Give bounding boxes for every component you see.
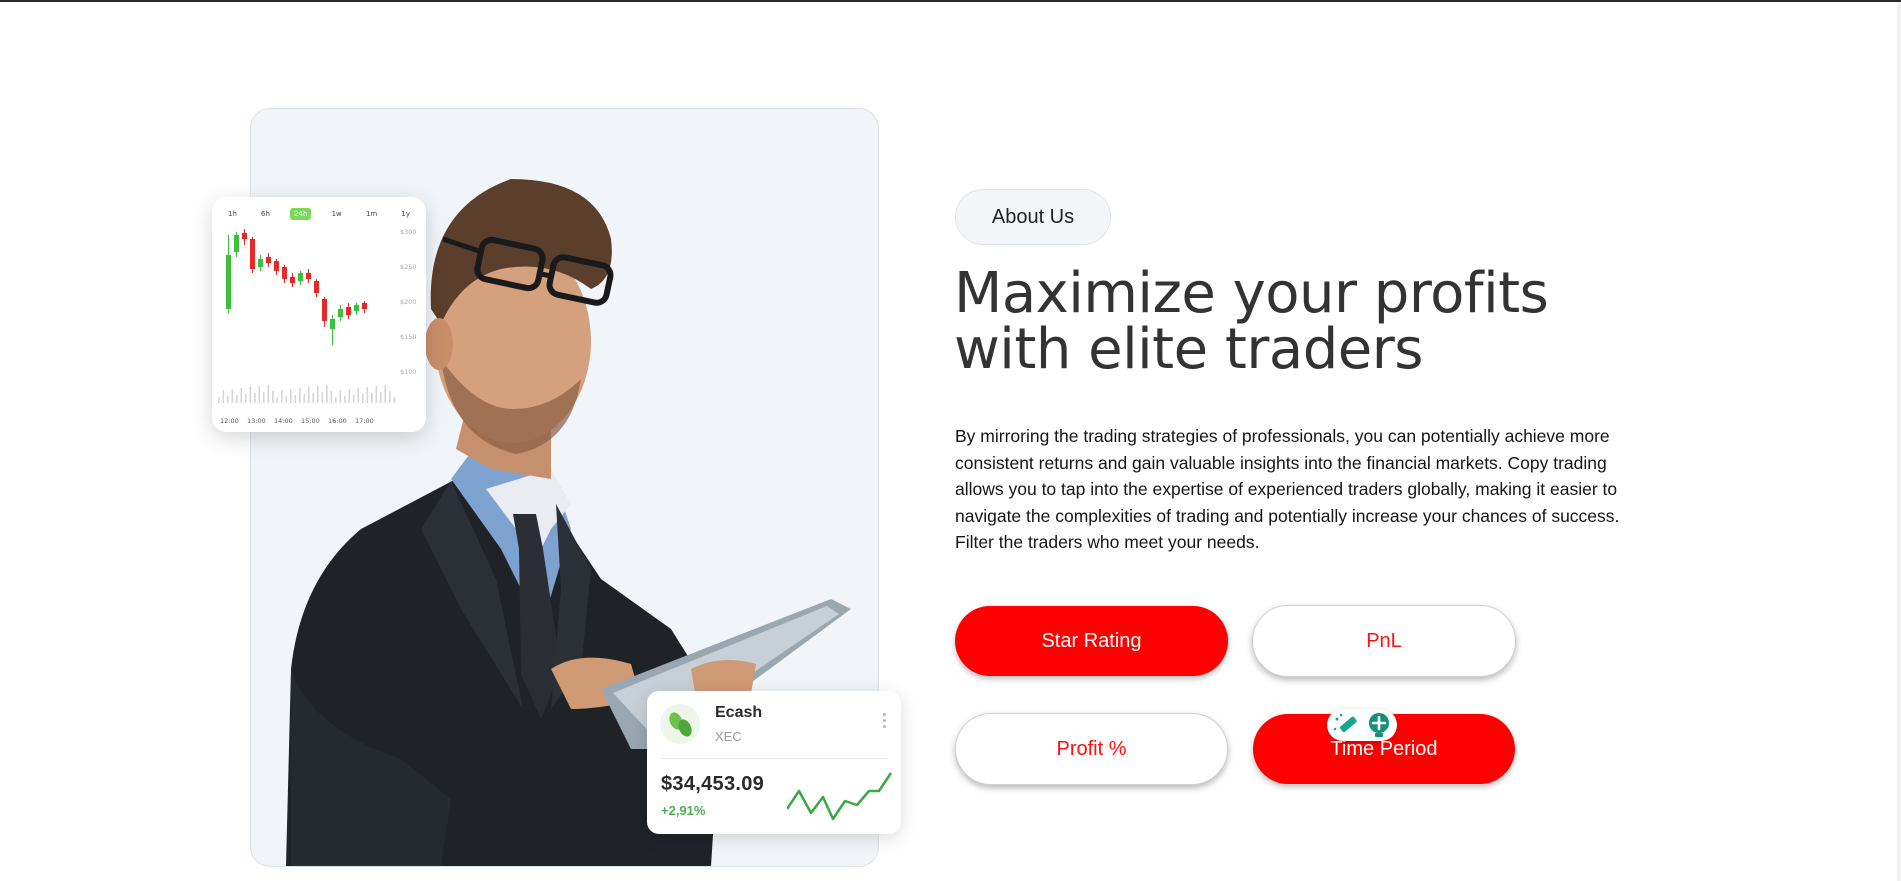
price-tick: $200 <box>400 298 417 306</box>
time-tick: 13:00 <box>247 417 266 425</box>
candle-body <box>330 319 335 329</box>
pnl-button[interactable]: PnL <box>1252 605 1516 677</box>
candle-body <box>266 257 271 263</box>
volume-bar <box>258 386 261 403</box>
time-tick: 16:00 <box>328 417 347 425</box>
time-tick: 17:00 <box>355 417 374 425</box>
volume-bar <box>285 396 288 403</box>
volume-bar <box>312 393 315 403</box>
volume-bar <box>357 388 360 403</box>
candle-body <box>282 267 287 279</box>
volume-bar <box>254 393 256 403</box>
price-chart-widget: 1h 6h 24h 1w 1m 1y $300 $250 $200 $150 $… <box>212 197 426 432</box>
about-us-badge: About Us <box>955 189 1111 245</box>
price-tick: $100 <box>400 368 417 376</box>
volume-bar <box>240 388 243 403</box>
candle-body <box>250 239 255 269</box>
volume-bar <box>393 397 396 403</box>
lightbulb-icon[interactable] <box>1369 713 1389 737</box>
candle-body <box>234 235 239 252</box>
volume-bar <box>281 390 283 403</box>
volume-bar <box>272 391 274 403</box>
volume-bar <box>330 391 333 403</box>
coin-name: Ecash <box>715 704 763 721</box>
price-tick: $300 <box>400 228 417 236</box>
volume-bar <box>222 390 225 403</box>
sparkline-chart <box>787 772 892 821</box>
volume-bar <box>308 387 310 403</box>
volume-bar <box>218 397 220 403</box>
candle-body <box>346 307 351 315</box>
time-tick: 15:00 <box>301 417 320 425</box>
volume-bar <box>267 385 270 403</box>
ecash-logo-icon <box>660 704 700 744</box>
candle-body <box>306 273 311 279</box>
candlestick-chart: $300 $250 $200 $150 $100 12:00 13:00 14:… <box>218 228 417 425</box>
volume-bar <box>303 394 306 403</box>
candle-body <box>226 255 231 309</box>
volume-bar <box>231 389 234 403</box>
volume-bar <box>389 391 391 403</box>
volume-bar <box>344 396 346 403</box>
candle-body <box>298 273 303 281</box>
volume-bar <box>339 390 342 403</box>
volume-bar <box>335 397 337 403</box>
volume-bar <box>317 386 319 403</box>
volume-bar <box>362 394 364 403</box>
volume-bar <box>371 393 373 403</box>
volume-bar <box>326 385 328 403</box>
volume-bar <box>245 394 247 403</box>
scrollbar-track[interactable] <box>1897 2 1901 881</box>
candle-body <box>338 309 343 317</box>
volume-bar <box>348 389 351 403</box>
price-tick: $250 <box>400 263 417 271</box>
magic-wand-icon[interactable] <box>1333 713 1358 733</box>
coin-price: $34,453.09 <box>661 773 765 795</box>
coin-price-card: Ecash XEC $34,453.09 +2,91% <box>647 691 901 834</box>
more-options-icon[interactable] <box>883 713 887 731</box>
volume-bar <box>236 395 238 403</box>
volume-bar <box>366 387 369 403</box>
volume-bar <box>353 395 355 403</box>
volume-bar <box>299 388 301 403</box>
candle-body <box>242 233 247 239</box>
candle-body <box>322 299 327 321</box>
volume-bar <box>380 392 382 403</box>
headline-line-2: with elite traders <box>954 317 1423 382</box>
about-paragraph: By mirroring the trading strategies of p… <box>955 426 1620 552</box>
candle-body <box>258 259 263 267</box>
price-tick: $150 <box>400 333 417 341</box>
coin-change: +2,91% <box>661 803 706 818</box>
time-tick: 12:00 <box>220 417 239 425</box>
star-rating-button[interactable]: Star Rating <box>955 606 1228 676</box>
divider <box>661 758 887 759</box>
page-headline: Maximize your profits with elite traders <box>954 266 1654 378</box>
volume-bar <box>375 386 378 403</box>
volume-bar <box>263 392 265 403</box>
candle-body <box>274 261 279 271</box>
volume-bar <box>249 387 252 403</box>
profit-percent-button[interactable]: Profit % <box>955 713 1228 785</box>
coin-symbol: XEC <box>715 729 742 744</box>
candle-body <box>362 303 367 309</box>
volume-bar <box>290 389 292 403</box>
candle-body <box>354 305 359 311</box>
candle-body <box>290 277 295 283</box>
time-tick: 14:00 <box>274 417 293 425</box>
candle-body <box>314 281 319 293</box>
volume-bar <box>227 396 229 403</box>
volume-bar <box>384 385 387 403</box>
volume-bar <box>276 397 279 403</box>
volume-bar <box>321 392 324 403</box>
extension-toolbar <box>1327 709 1397 741</box>
top-border <box>0 0 1901 2</box>
volume-bar <box>294 395 297 403</box>
